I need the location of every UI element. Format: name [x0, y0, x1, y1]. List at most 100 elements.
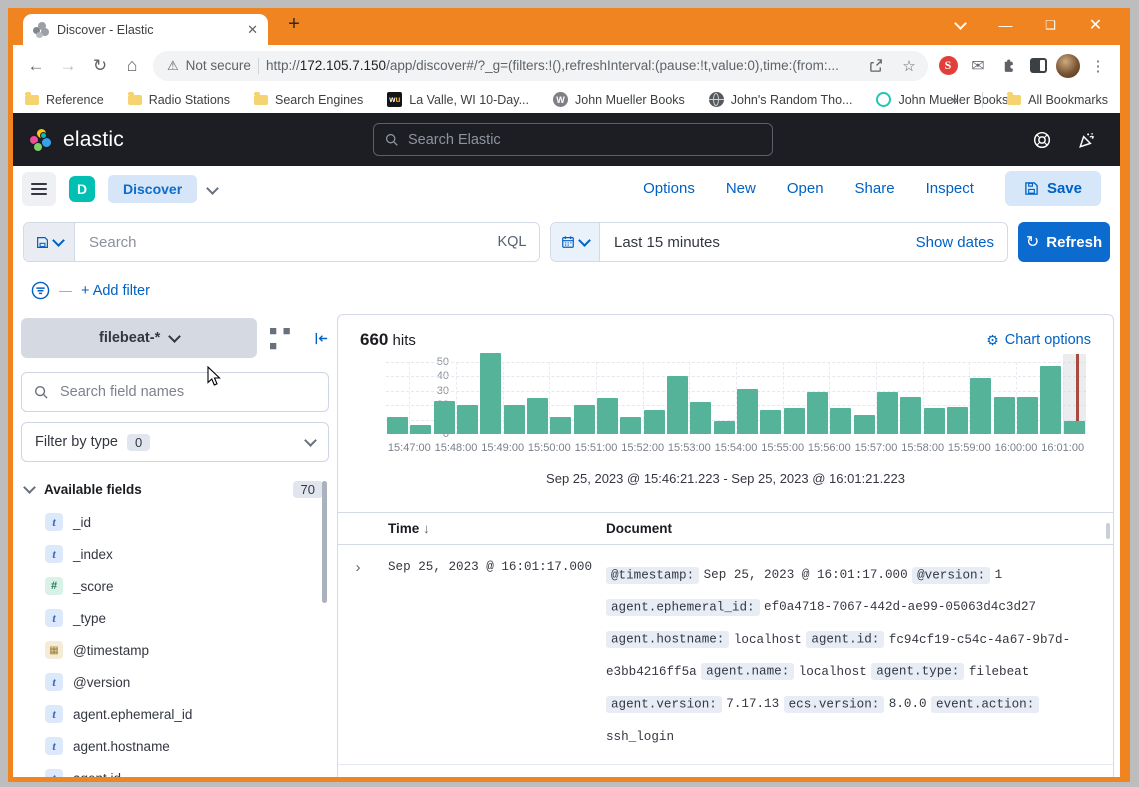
global-search-input[interactable]: Search Elastic — [373, 123, 773, 156]
bookmark-star-icon[interactable]: ☆ — [896, 53, 922, 79]
breadcrumb-chevron-icon[interactable] — [208, 180, 217, 198]
url-text[interactable]: http://172.105.7.150/app/discover#/?_g=(… — [266, 58, 856, 73]
time-range-value[interactable]: Last 15 minutes — [600, 223, 903, 261]
field-list-item[interactable]: tagent.ephemeral_id — [19, 698, 331, 730]
bookmark-item[interactable]: Reference — [25, 93, 104, 107]
window-minimize-icon[interactable]: — — [983, 8, 1028, 42]
histogram-bar[interactable] — [1064, 421, 1085, 434]
histogram-bar[interactable] — [410, 425, 431, 434]
field-list-item[interactable]: ▦@timestamp — [19, 634, 331, 666]
sidebar-scrollbar[interactable] — [322, 481, 327, 603]
saved-query-menu-button[interactable] — [24, 223, 75, 261]
histogram-bar[interactable] — [457, 405, 478, 434]
histogram-bar[interactable] — [900, 397, 921, 434]
back-icon[interactable]: ← — [21, 51, 51, 81]
extension-s-icon[interactable]: S — [934, 51, 962, 81]
nav-link-inspect[interactable]: Inspect — [926, 180, 974, 197]
not-secure-label[interactable]: Not secure — [186, 58, 251, 73]
new-tab-button[interactable]: + — [281, 13, 307, 36]
histogram-bar[interactable] — [877, 392, 898, 434]
elastic-brand[interactable]: elastic — [29, 128, 373, 152]
filter-menu-icon[interactable] — [31, 281, 50, 300]
histogram-bar[interactable] — [924, 408, 945, 434]
profile-avatar[interactable] — [1054, 51, 1082, 81]
field-list-item[interactable]: t_type — [19, 602, 331, 634]
nav-link-share[interactable]: Share — [855, 180, 895, 197]
add-filter-button[interactable]: + Add filter — [81, 283, 150, 299]
chrome-menu-icon[interactable]: ⋮ — [1084, 51, 1112, 81]
histogram-bar[interactable] — [737, 389, 758, 434]
histogram-bar[interactable] — [690, 402, 711, 434]
histogram-bar[interactable] — [667, 376, 688, 434]
field-list-item[interactable]: tagent.hostname — [19, 730, 331, 762]
share-icon[interactable] — [863, 53, 889, 79]
filter-by-type-select[interactable]: Filter by type 0 — [21, 422, 329, 462]
window-maximize-icon[interactable]: ❑ — [1028, 8, 1073, 42]
bookmark-item[interactable]: John Mueller Books... — [876, 92, 1018, 107]
extensions-puzzle-icon[interactable] — [994, 51, 1022, 81]
field-list-item[interactable]: tagent.id — [19, 762, 331, 777]
histogram-bar[interactable] — [527, 398, 548, 434]
field-list-item[interactable]: t_id — [19, 506, 331, 538]
tab-close-icon[interactable]: ✕ — [247, 22, 258, 38]
address-bar[interactable]: ⚠ Not secure http://172.105.7.150/app/di… — [153, 51, 928, 81]
histogram-bar[interactable] — [714, 421, 735, 434]
hamburger-menu-icon[interactable] — [22, 172, 56, 206]
index-pattern-select[interactable]: filebeat-* — [21, 318, 257, 358]
histogram-bar[interactable] — [644, 410, 665, 434]
window-close-icon[interactable]: ✕ — [1073, 8, 1118, 42]
histogram-bar[interactable] — [574, 405, 595, 434]
field-list-item[interactable]: #_score — [19, 570, 331, 602]
field-search-box[interactable] — [21, 372, 329, 412]
nav-link-open[interactable]: Open — [787, 180, 824, 197]
forward-icon[interactable]: → — [53, 51, 83, 81]
split-screen-extension-icon[interactable] — [1024, 51, 1052, 81]
newsfeed-icon[interactable] — [1078, 131, 1096, 149]
histogram-bar[interactable] — [947, 407, 968, 434]
nav-link-options[interactable]: Options — [643, 180, 695, 197]
time-column-header[interactable]: Time ↓ — [388, 521, 596, 536]
histogram-bar[interactable] — [1017, 397, 1038, 434]
histogram-bar[interactable] — [550, 417, 571, 434]
histogram-bar[interactable] — [807, 392, 828, 434]
index-options-icon[interactable]: ■ ■ ■ — [269, 323, 302, 353]
query-language-button[interactable]: KQL — [485, 223, 539, 261]
all-bookmarks-button[interactable]: All Bookmarks — [1007, 93, 1108, 107]
field-list-item[interactable]: t@version — [19, 666, 331, 698]
time-picker-calendar-button[interactable] — [551, 223, 600, 261]
histogram-bar[interactable] — [1040, 366, 1061, 434]
field-search-input[interactable] — [58, 383, 316, 401]
bookmark-item[interactable]: Search Engines — [254, 93, 363, 107]
save-button[interactable]: Save — [1005, 171, 1101, 206]
bookmark-item[interactable]: Radio Stations — [128, 93, 230, 107]
histogram-bar[interactable] — [480, 353, 501, 434]
window-menu-chevron-icon[interactable] — [938, 8, 983, 42]
expand-row-icon[interactable]: › — [338, 558, 378, 752]
breadcrumb-discover[interactable]: Discover — [108, 175, 197, 203]
histogram-bar[interactable] — [760, 410, 781, 434]
histogram-bar[interactable] — [597, 398, 618, 434]
browser-tab[interactable]: Discover - Elastic ✕ — [23, 14, 268, 45]
extension-mail-icon[interactable]: ✉ — [964, 51, 992, 81]
histogram-bar[interactable] — [830, 408, 851, 434]
results-scrollbar[interactable] — [1106, 523, 1110, 539]
refresh-button[interactable]: ↻ Refresh — [1018, 222, 1110, 262]
histogram-bar[interactable] — [784, 408, 805, 434]
document-column-header[interactable]: Document — [606, 521, 1113, 536]
histogram-bar[interactable] — [620, 417, 641, 434]
home-icon[interactable]: ⌂ — [117, 51, 147, 81]
histogram-bar[interactable] — [434, 401, 455, 434]
bookmark-item[interactable]: John's Random Tho... — [709, 92, 853, 107]
bookmarks-overflow-chevron[interactable]: » — [951, 92, 958, 107]
histogram-bar[interactable] — [994, 397, 1015, 434]
search-input[interactable] — [75, 223, 485, 261]
help-icon[interactable] — [1033, 131, 1051, 149]
chart-options-button[interactable]: ⚙ Chart options — [986, 332, 1091, 349]
collapse-sidebar-icon[interactable] — [314, 331, 329, 346]
space-badge[interactable]: D — [69, 176, 95, 202]
bookmark-item[interactable]: WJohn Mueller Books — [553, 92, 685, 107]
histogram-bar[interactable] — [970, 378, 991, 434]
bookmark-item[interactable]: wuLa Valle, WI 10-Day... — [387, 92, 529, 107]
histogram-bar[interactable] — [387, 417, 408, 434]
field-list-item[interactable]: t_index — [19, 538, 331, 570]
